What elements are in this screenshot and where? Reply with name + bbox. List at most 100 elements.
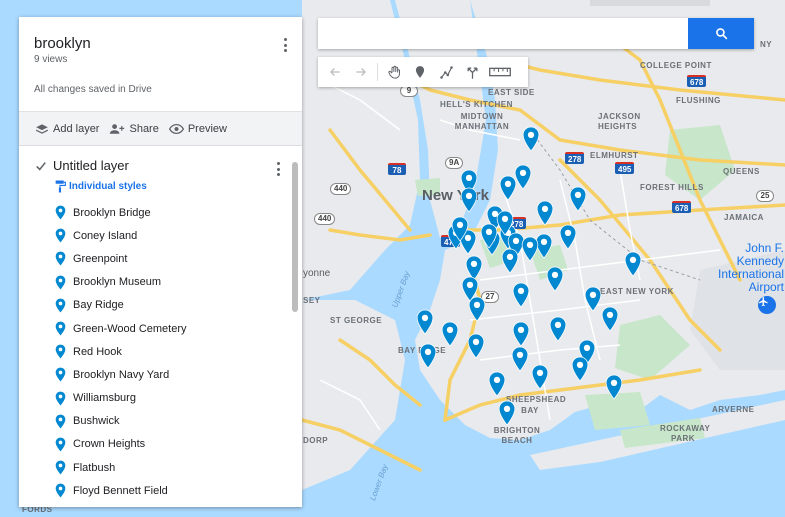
map-pin[interactable]: [601, 306, 619, 332]
pin-icon: [536, 200, 554, 226]
place-item[interactable]: Crown Heights: [55, 433, 302, 456]
search-button[interactable]: [688, 18, 754, 49]
map-pin[interactable]: [605, 374, 623, 400]
pin-icon: [461, 276, 479, 302]
map-pin[interactable]: [451, 216, 469, 242]
place-item[interactable]: Bay Ridge: [55, 294, 302, 317]
place-item[interactable]: Flatbush: [55, 456, 302, 479]
pin-icon: [571, 356, 589, 382]
pin-icon: [514, 164, 532, 190]
map-pin[interactable]: [512, 321, 530, 347]
map-pin[interactable]: [549, 316, 567, 342]
label-sey: SEY: [303, 296, 321, 305]
pin-icon: [511, 346, 529, 372]
route-shield: 278: [565, 152, 585, 164]
map-pin[interactable]: [569, 186, 587, 212]
layer-name[interactable]: Untitled layer: [53, 158, 129, 173]
place-item[interactable]: Bushwick: [55, 410, 302, 433]
label-hells-kitchen: HELL'S KITCHEN: [440, 100, 513, 109]
map-pin[interactable]: [521, 236, 539, 262]
place-item[interactable]: Brooklyn Navy Yard: [55, 363, 302, 386]
label-east-side: EAST SIDE: [488, 88, 535, 97]
redo-button[interactable]: [348, 59, 374, 85]
route-shield: 440: [330, 183, 352, 195]
paint-roller-icon: [55, 180, 66, 193]
place-name: Red Hook: [73, 345, 122, 358]
place-item[interactable]: Williamsburg: [55, 387, 302, 410]
place-item[interactable]: Floyd Bennett Field: [55, 479, 302, 502]
individual-styles-link[interactable]: Individual styles: [55, 180, 302, 193]
map-pin[interactable]: [511, 346, 529, 372]
map-pin[interactable]: [416, 309, 434, 335]
pin-icon: [451, 216, 469, 242]
map-pin[interactable]: [460, 187, 478, 213]
pin-icon: [521, 236, 539, 262]
map-title[interactable]: brooklyn: [34, 35, 286, 52]
map-pin[interactable]: [536, 200, 554, 226]
route-shield: 495: [615, 162, 635, 174]
map-pin[interactable]: [584, 286, 602, 312]
map-pin[interactable]: [488, 371, 506, 397]
marker-icon: [415, 66, 425, 78]
save-status: All changes saved in Drive: [34, 84, 152, 95]
map-pin[interactable]: [559, 224, 577, 250]
place-item[interactable]: Green-Wood Cemetery: [55, 317, 302, 340]
add-marker-button[interactable]: [407, 59, 433, 85]
map-pin[interactable]: [419, 343, 437, 369]
map-pin[interactable]: [467, 333, 485, 359]
ruler-icon: [489, 67, 511, 77]
add-layer-button[interactable]: Add layer: [35, 123, 99, 135]
undo-button[interactable]: [322, 59, 348, 85]
place-item[interactable]: Brooklyn Bridge: [55, 201, 302, 224]
search-bar: [318, 18, 754, 49]
share-button[interactable]: Share: [109, 123, 159, 135]
place-item[interactable]: Greenpoint: [55, 247, 302, 270]
place-item[interactable]: Brooklyn Museum: [55, 271, 302, 294]
map-pin[interactable]: [571, 356, 589, 382]
place-name: Green-Wood Cemetery: [73, 322, 187, 335]
map-pin[interactable]: [522, 126, 540, 152]
preview-button[interactable]: Preview: [168, 123, 227, 135]
label-st-george: ST GEORGE: [330, 316, 383, 325]
directions-button[interactable]: [459, 59, 485, 85]
pin-icon: [624, 251, 642, 277]
map-options-button[interactable]: [278, 36, 292, 54]
undo-icon: [330, 68, 340, 76]
place-name: Bay Ridge: [73, 299, 124, 312]
map-pin[interactable]: [514, 164, 532, 190]
pin-icon: [419, 343, 437, 369]
draw-line-button[interactable]: [433, 59, 459, 85]
map-pin[interactable]: [461, 276, 479, 302]
map-pin[interactable]: [624, 251, 642, 277]
search-input[interactable]: [318, 18, 688, 49]
place-item[interactable]: Coney Island: [55, 224, 302, 247]
place-marker-icon: [55, 275, 66, 290]
map-pin[interactable]: [512, 282, 530, 308]
layer-options-button[interactable]: [271, 160, 285, 178]
place-item[interactable]: Red Hook: [55, 340, 302, 363]
measure-button[interactable]: [485, 59, 515, 85]
place-name: Brooklyn Navy Yard: [73, 368, 170, 381]
pin-icon: [559, 224, 577, 250]
label-forest-hills: FOREST HILLS: [640, 183, 704, 192]
panel-header: brooklyn 9 views All changes saved in Dr…: [19, 17, 302, 112]
panel-actions: Add layer Share Preview: [19, 112, 302, 146]
pin-icon: [512, 321, 530, 347]
map-pin[interactable]: [498, 400, 516, 426]
select-items-button[interactable]: [381, 59, 407, 85]
toolbar-divider: [377, 63, 378, 81]
layer-checkbox[interactable]: [35, 160, 47, 172]
place-marker-icon: [55, 298, 66, 313]
more-vert-icon: [283, 38, 287, 41]
panel-scrollbar[interactable]: [292, 162, 298, 312]
airport-icon[interactable]: [758, 296, 776, 314]
place-marker-icon: [55, 437, 66, 452]
route-shield: 78: [388, 163, 406, 175]
place-marker-icon: [55, 252, 66, 266]
map-pin[interactable]: [441, 321, 459, 347]
map-pin[interactable]: [546, 266, 564, 292]
map-pin[interactable]: [531, 364, 549, 390]
map-pin[interactable]: [501, 248, 519, 274]
map-pin[interactable]: [496, 210, 514, 236]
label-queens: QUEENS: [723, 167, 760, 176]
